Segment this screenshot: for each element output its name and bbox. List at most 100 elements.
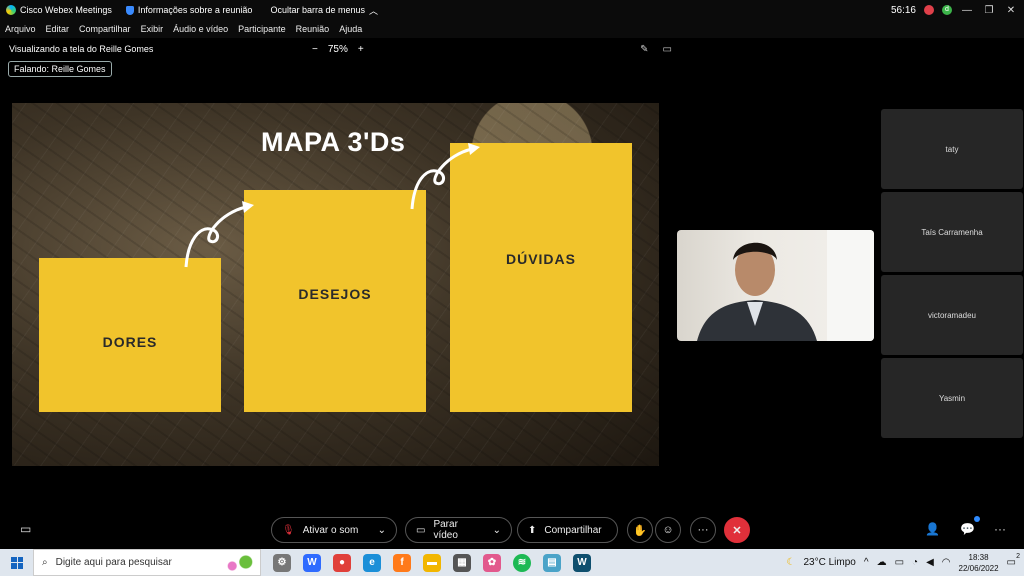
meeting-info-label: Informações sobre a reunião: [137, 5, 253, 15]
participant-tile[interactable]: Yasmin: [881, 358, 1023, 438]
network-icon[interactable]: ◔: [912, 557, 918, 568]
box-desejos: DESEJOS: [244, 190, 426, 412]
edge-app-icon[interactable]: e: [363, 553, 381, 572]
zoom-level: 75%: [327, 43, 348, 55]
unmute-button[interactable]: 🎙 Ativar o som ⌄: [271, 517, 397, 543]
clock[interactable]: 18:38 22/06/2022: [959, 552, 999, 574]
menu-ajuda[interactable]: Ajuda: [339, 24, 362, 34]
chrome-app-icon[interactable]: ●: [333, 553, 351, 572]
chat-badge: [974, 516, 980, 522]
person-icon: [697, 230, 874, 341]
menu-editar[interactable]: Editar: [46, 24, 70, 34]
taskbar-search[interactable]: ⌕ Digite aqui para pesquisar: [33, 549, 261, 576]
paint-app-icon[interactable]: ✿: [483, 553, 501, 572]
cloud-icon[interactable]: ☁: [877, 557, 887, 568]
box-duvidas-label: DÚVIDAS: [505, 251, 576, 267]
notifications-icon[interactable]: ▭ 2: [1007, 553, 1020, 568]
hand-icon: ✋: [633, 524, 647, 537]
remote-control-icon[interactable]: ▭: [663, 44, 672, 55]
user-avatar[interactable]: d: [942, 5, 952, 15]
wifi-icon[interactable]: ◠: [942, 557, 951, 568]
chevron-down-icon[interactable]: ⌄: [378, 525, 386, 536]
app-title: Cisco Webex Meetings: [0, 5, 112, 15]
annotate-icon[interactable]: ✎: [640, 44, 648, 55]
volume-icon[interactable]: ◀: [926, 557, 934, 568]
plant-decoration-icon: [222, 554, 256, 574]
menu-compartilhar[interactable]: Compartilhar: [79, 24, 131, 34]
meeting-timer: 56:16: [890, 4, 916, 16]
calculator-app-icon[interactable]: ▦: [453, 553, 471, 572]
notification-count: 2: [1016, 553, 1020, 560]
more-panels-icon[interactable]: ···: [994, 522, 1006, 536]
raise-hand-button[interactable]: ✋: [627, 517, 653, 543]
share-bar: Visualizando a tela do Reille Gomes − 75…: [0, 38, 1024, 60]
taskbar: ⌕ Digite aqui para pesquisar ⚙ W ● e f ▬…: [0, 549, 1024, 576]
files-app-icon[interactable]: ▤: [543, 553, 561, 572]
participant-tile[interactable]: Taís Carramenha: [881, 192, 1023, 272]
stop-video-button[interactable]: ▭ Parar vídeo ⌄: [405, 517, 512, 543]
clock-date: 22/06/2022: [958, 563, 999, 573]
more-options-button[interactable]: ···: [690, 517, 716, 543]
box-desejos-label: DESEJOS: [298, 286, 372, 302]
participant-name: Taís Carramenha: [921, 227, 983, 237]
chevron-up-icon: ︿: [369, 5, 379, 16]
recording-icon[interactable]: [924, 5, 934, 15]
shield-icon: [125, 5, 134, 15]
unmute-label: Ativar o som: [302, 524, 359, 536]
minimize-icon[interactable]: —: [960, 5, 974, 16]
participant-name: Yasmin: [938, 393, 966, 403]
speaker-video[interactable]: [677, 230, 874, 341]
system-tray: ☾ 23°C Limpo ^ ☁ ▭ ◔ ◀ ◠ 18:38 22/06/202…: [787, 549, 1024, 576]
stop-video-label: Parar vídeo: [433, 519, 458, 541]
zoom-out-icon[interactable]: −: [312, 44, 318, 55]
webex-meetings-app-icon[interactable]: W: [573, 553, 591, 572]
webex-logo-icon: [6, 5, 16, 15]
speaking-indicator: Falando: Reille Gomes: [8, 61, 112, 77]
menu-audio-video[interactable]: Áudio e vídeo: [173, 24, 228, 34]
participant-name: victoramadeu: [927, 310, 977, 320]
zoom-in-icon[interactable]: +: [358, 44, 364, 55]
clock-time: 18:38: [968, 552, 989, 562]
menu-bar: Arquivo Editar Compartilhar Exibir Áudio…: [0, 20, 1024, 38]
file-explorer-app-icon[interactable]: ▬: [423, 553, 441, 572]
hide-menu-button[interactable]: Ocultar barra de menus ︿: [270, 4, 378, 17]
reactions-button[interactable]: ☺: [655, 517, 681, 543]
share-button[interactable]: ⬆ Compartilhar: [517, 517, 618, 543]
camera-icon: ▭: [416, 524, 426, 536]
captions-icon[interactable]: ▭: [20, 522, 31, 536]
menu-reuniao[interactable]: Reunião: [296, 24, 330, 34]
search-placeholder: Digite aqui para pesquisar: [55, 557, 172, 568]
share-icon: ⬆: [528, 524, 537, 536]
menu-arquivo[interactable]: Arquivo: [5, 24, 36, 34]
mic-muted-icon: 🎙: [282, 524, 295, 536]
chat-icon[interactable]: 💬: [960, 522, 975, 536]
close-icon[interactable]: ✕: [1004, 5, 1018, 16]
title-bar: Cisco Webex Meetings Informações sobre a…: [0, 0, 1024, 20]
battery-icon[interactable]: ▭: [895, 557, 904, 568]
box-dores: DORES: [39, 258, 221, 412]
restore-icon[interactable]: ❐: [982, 5, 996, 16]
leave-meeting-button[interactable]: ✕: [724, 517, 750, 543]
search-icon: ⌕: [42, 557, 48, 568]
title-right: 56:16 d — ❐ ✕: [891, 0, 1018, 20]
spotify-app-icon[interactable]: ≋: [513, 553, 531, 572]
menu-exibir[interactable]: Exibir: [141, 24, 164, 34]
shared-slide: MAPA 3'Ds DORES DESEJOS DÚVIDAS: [12, 103, 659, 466]
windows-start-icon[interactable]: [11, 556, 23, 569]
participants-icon[interactable]: 👤: [925, 522, 940, 536]
meeting-info-button[interactable]: Informações sobre a reunião: [125, 5, 253, 15]
weather-icon: ☾: [786, 557, 796, 568]
weather-text[interactable]: 23°C Limpo: [804, 557, 856, 568]
hide-menu-label: Ocultar barra de menus: [270, 5, 365, 15]
chevron-down-icon[interactable]: ⌄: [493, 525, 501, 536]
menu-participante[interactable]: Participante: [238, 24, 286, 34]
settings-app-icon[interactable]: ⚙: [273, 553, 291, 572]
chevron-up-icon[interactable]: ^: [864, 557, 869, 568]
more-icon: ···: [697, 524, 709, 536]
participant-tile[interactable]: taty: [881, 109, 1023, 189]
meeting-controls: ▭ 🎙 Ativar o som ⌄ ▭ Parar vídeo ⌄ ⬆ Com…: [0, 512, 1024, 548]
participant-tile[interactable]: victoramadeu: [881, 275, 1023, 355]
webex-app-icon[interactable]: W: [303, 553, 321, 572]
firefox-app-icon[interactable]: f: [393, 553, 411, 572]
arrow-icon: [184, 201, 254, 268]
